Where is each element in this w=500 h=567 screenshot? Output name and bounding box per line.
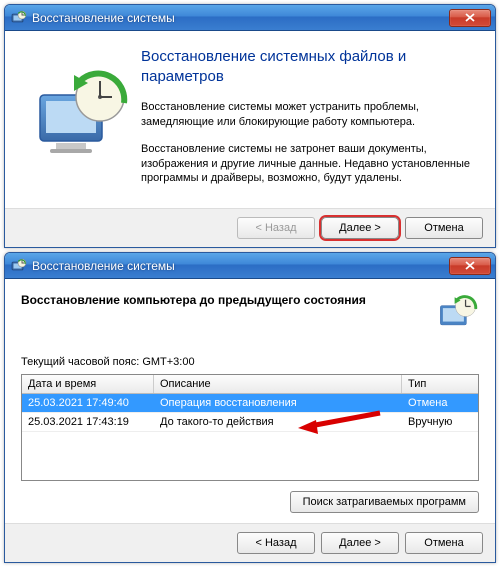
close-icon (465, 13, 475, 22)
close-button[interactable] (449, 9, 491, 27)
cancel-button[interactable]: Отмена (405, 532, 483, 554)
col-datetime[interactable]: Дата и время (22, 375, 154, 393)
timezone-label: Текущий часовой пояс: GMT+3:00 (21, 356, 479, 368)
system-restore-small-icon (435, 293, 479, 338)
cell-description: До такого-то действия (154, 413, 402, 431)
page-heading: Восстановление компьютера до предыдущего… (21, 293, 366, 307)
table-row[interactable]: 25.03.2021 17:43:19До такого-то действия… (22, 413, 478, 432)
button-bar: < Назад Далее > Отмена (5, 208, 495, 247)
description-1: Восстановление системы может устранить п… (141, 100, 477, 130)
window-title: Восстановление системы (32, 11, 449, 25)
close-button[interactable] (449, 257, 491, 275)
table-body: 25.03.2021 17:49:40Операция восстановлен… (22, 394, 478, 480)
text-column: Восстановление системных файлов и параме… (141, 47, 477, 198)
titlebar: Восстановление системы (5, 253, 495, 279)
content-area: Восстановление системных файлов и параме… (5, 31, 495, 208)
dialog-system-restore-step2: Восстановление системы Восстановление ко… (4, 252, 496, 563)
system-restore-icon (32, 65, 132, 165)
close-icon (465, 261, 475, 270)
restore-points-table: Дата и время Описание Тип 25.03.2021 17:… (21, 374, 479, 481)
app-icon (11, 258, 27, 274)
next-button[interactable]: Далее > (321, 532, 399, 554)
scan-affected-button[interactable]: Поиск затрагиваемых программ (290, 491, 479, 513)
affected-programs-row: Поиск затрагиваемых программ (21, 491, 479, 513)
cell-datetime: 25.03.2021 17:43:19 (22, 413, 154, 431)
description-2: Восстановление системы не затронет ваши … (141, 142, 477, 187)
cell-type: Вручную (402, 413, 478, 431)
hero-icon-column (23, 47, 141, 198)
window-title: Восстановление системы (32, 259, 449, 273)
cell-type: Отмена (402, 394, 478, 412)
cell-datetime: 25.03.2021 17:49:40 (22, 394, 154, 412)
content-area: Восстановление компьютера до предыдущего… (5, 279, 495, 523)
cancel-button[interactable]: Отмена (405, 217, 483, 239)
page-header: Восстановление компьютера до предыдущего… (21, 293, 479, 338)
table-header: Дата и время Описание Тип (22, 375, 478, 394)
dialog-system-restore-step1: Восстановление системы (4, 4, 496, 248)
page-heading: Восстановление системных файлов и параме… (141, 47, 477, 86)
col-type[interactable]: Тип (402, 375, 478, 393)
col-description[interactable]: Описание (154, 375, 402, 393)
back-button: < Назад (237, 217, 315, 239)
button-bar: < Назад Далее > Отмена (5, 523, 495, 562)
next-button[interactable]: Далее > (321, 217, 399, 239)
titlebar: Восстановление системы (5, 5, 495, 31)
back-button[interactable]: < Назад (237, 532, 315, 554)
cell-description: Операция восстановления (154, 394, 402, 412)
table-row[interactable]: 25.03.2021 17:49:40Операция восстановлен… (22, 394, 478, 413)
app-icon (11, 10, 27, 26)
